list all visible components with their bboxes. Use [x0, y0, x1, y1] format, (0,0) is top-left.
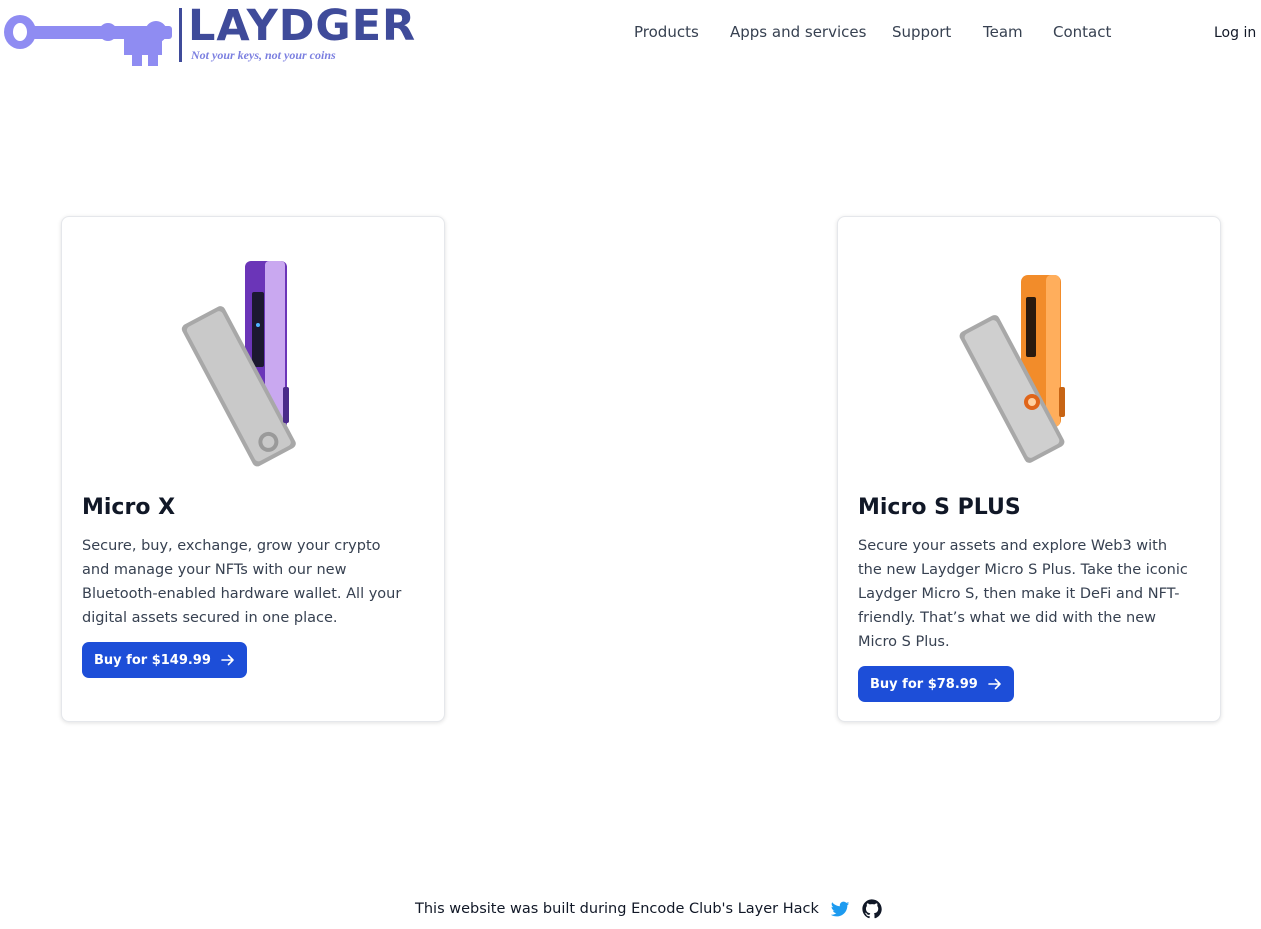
product-title: Micro S PLUS — [858, 495, 1021, 520]
footer-text: This website was built during Encode Clu… — [415, 901, 819, 917]
nav-item-products[interactable]: Products — [634, 23, 699, 41]
github-link[interactable] — [861, 898, 883, 920]
nav-item-apps-and-services[interactable]: Apps and services — [730, 23, 866, 41]
brand-tagline: Not your keys, not your coins — [191, 48, 336, 62]
micro-s-plus-device-image — [959, 275, 1065, 463]
arrow-right-icon — [988, 678, 1001, 690]
micro-x-device-image — [181, 261, 296, 467]
arrow-right-icon — [221, 654, 234, 666]
nav-item-support[interactable]: Support — [892, 23, 951, 41]
logo-divider — [179, 8, 182, 62]
site-header: LAYDGER Not your keys, not your coins Pr… — [0, 0, 1261, 70]
nav-item-team[interactable]: Team — [983, 23, 1023, 41]
key-logo-icon — [4, 15, 172, 66]
nav-item-contact[interactable]: Contact — [1053, 23, 1111, 41]
buy-button-label: Buy for $149.99 — [94, 652, 211, 668]
product-title: Micro X — [82, 495, 176, 520]
product-description: Secure your assets and explore Web3 with… — [858, 538, 1188, 650]
site-footer: This website was built during Encode Clu… — [415, 897, 883, 921]
buy-micro-s-plus-button[interactable]: Buy for $78.99 — [858, 666, 1014, 702]
twitter-icon — [830, 901, 850, 917]
buy-button-label: Buy for $78.99 — [870, 676, 978, 692]
page: LAYDGER Not your keys, not your coins Pr… — [0, 0, 1261, 929]
github-icon — [862, 899, 882, 919]
twitter-link[interactable] — [829, 898, 851, 920]
product-description: Secure, buy, exchange, grow your crypto … — [82, 538, 402, 626]
product-card-micro-s-plus: Micro S PLUS Secure your assets and expl… — [837, 216, 1221, 722]
login-link[interactable]: Log in — [1214, 25, 1256, 41]
buy-micro-x-button[interactable]: Buy for $149.99 — [82, 642, 247, 678]
brand-name: LAYDGER — [188, 1, 417, 51]
product-card-micro-x: Micro X Secure, buy, exchange, grow your… — [61, 216, 445, 722]
